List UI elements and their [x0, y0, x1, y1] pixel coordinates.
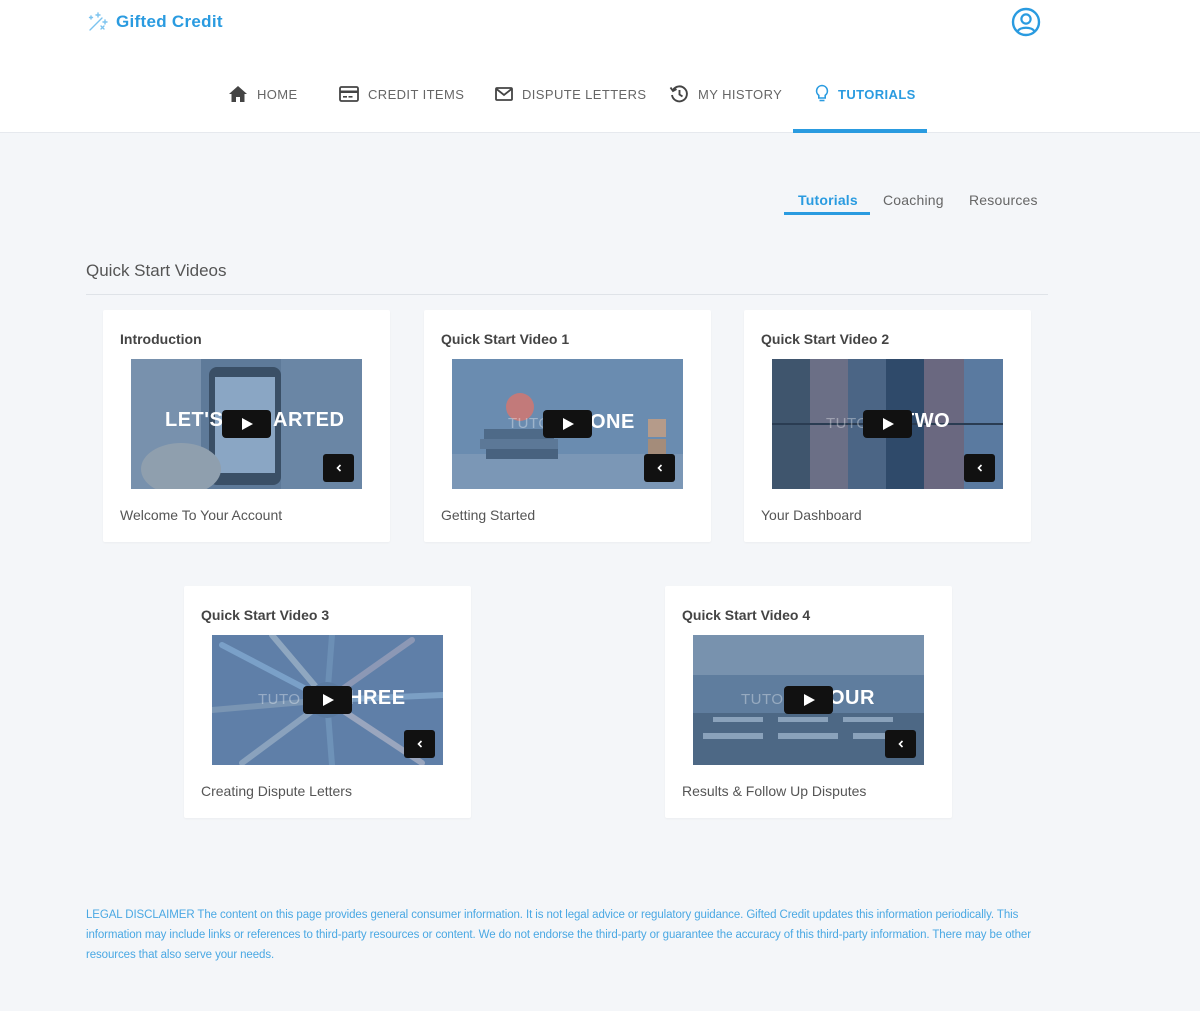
nav-label-credit-items: CREDIT ITEMS: [368, 86, 465, 102]
brand-name: Gifted Credit: [116, 12, 223, 31]
nav-label-tutorials: TUTORIALS: [838, 86, 916, 102]
video-card: Introduction LET'S G ARTED Welcome To Yo…: [103, 310, 390, 542]
tab-coaching[interactable]: Coaching: [883, 192, 944, 208]
credit-card-icon: [339, 86, 359, 102]
chevron-left-icon: [416, 740, 422, 748]
video-card-title: Introduction: [120, 331, 202, 347]
play-icon: [803, 694, 815, 706]
brand-logo[interactable]: Gifted Credit: [86, 10, 223, 34]
nav-active-indicator: [793, 129, 927, 133]
tab-resources[interactable]: Resources: [969, 192, 1038, 208]
play-button[interactable]: [303, 686, 352, 714]
video-card-title: Quick Start Video 2: [761, 331, 890, 347]
previous-button[interactable]: [323, 454, 354, 482]
video-card-title: Quick Start Video 3: [201, 607, 330, 623]
play-icon: [882, 418, 894, 430]
lightbulb-icon: [815, 84, 829, 102]
thumb-caption-right: OUR: [829, 687, 875, 709]
thumb-caption-left: TUTO: [258, 691, 301, 708]
play-icon: [241, 418, 253, 430]
video-thumbnail[interactable]: LET'S G ARTED: [131, 359, 362, 489]
thumb-caption-right: ARTED: [273, 409, 345, 431]
video-card: Quick Start Video 2 TUTO TWO Your Dashbo…: [744, 310, 1031, 542]
nav-item-dispute-letters[interactable]: DISPUTE LETTERS: [495, 82, 646, 106]
play-button[interactable]: [784, 686, 833, 714]
main-nav: HOME CREDIT ITEMS DISPUTE LETTERS MY HIS…: [0, 70, 1200, 133]
top-header: Gifted Credit HOME CREDIT ITEMS DISPUTE …: [0, 0, 1200, 133]
play-icon: [322, 694, 334, 706]
video-thumbnail[interactable]: TUTO TWO: [772, 359, 1003, 489]
nav-item-my-history[interactable]: MY HISTORY: [669, 82, 782, 106]
tab-tutorials[interactable]: Tutorials: [798, 192, 858, 208]
nav-item-credit-items[interactable]: CREDIT ITEMS: [339, 82, 464, 106]
video-card-description: Results & Follow Up Disputes: [682, 783, 867, 799]
thumb-caption-right: ONE: [590, 411, 635, 433]
video-card-description: Your Dashboard: [761, 507, 862, 523]
profile-button[interactable]: [1011, 7, 1041, 37]
chevron-left-icon: [897, 740, 903, 748]
video-card: Quick Start Video 3 TUTO HREE Creating D…: [184, 586, 471, 818]
video-card-title: Quick Start Video 4: [682, 607, 811, 623]
nav-label-my-history: MY HISTORY: [698, 86, 783, 102]
envelope-icon: [495, 87, 513, 101]
thumb-caption-right: HREE: [348, 687, 406, 709]
video-card-description: Getting Started: [441, 507, 536, 523]
video-thumbnail[interactable]: TUTO HREE: [212, 635, 443, 765]
section-title: Quick Start Videos: [86, 261, 227, 280]
history-icon: [669, 85, 688, 103]
video-card-description: Creating Dispute Letters: [201, 783, 352, 799]
previous-button[interactable]: [885, 730, 916, 758]
tab-active-indicator: [784, 212, 870, 215]
video-card-title: Quick Start Video 1: [441, 331, 570, 347]
magic-wand-icon: [88, 12, 108, 31]
chevron-left-icon: [976, 464, 982, 472]
nav-label-home: HOME: [257, 86, 298, 102]
chevron-left-icon: [335, 464, 341, 472]
nav-label-dispute-letters: DISPUTE LETTERS: [522, 86, 647, 102]
video-card-description: Welcome To Your Account: [120, 507, 283, 523]
previous-button[interactable]: [964, 454, 995, 482]
nav-item-tutorials[interactable]: TUTORIALS: [815, 82, 916, 106]
previous-button[interactable]: [644, 454, 675, 482]
chevron-left-icon: [656, 464, 662, 472]
legal-disclaimer: LEGAL DISCLAIMER The content on this pag…: [86, 909, 1031, 961]
video-thumbnail[interactable]: TUTO ONE: [452, 359, 683, 489]
nav-item-home[interactable]: HOME: [228, 82, 298, 106]
play-button[interactable]: [863, 410, 912, 438]
user-circle-icon: [1011, 7, 1041, 37]
home-icon: [229, 86, 247, 102]
section-divider: [86, 294, 1048, 295]
play-button[interactable]: [543, 410, 592, 438]
play-icon: [562, 418, 574, 430]
previous-button[interactable]: [404, 730, 435, 758]
video-card: Quick Start Video 1 TUTO ONE Getting Sta…: [424, 310, 711, 542]
video-thumbnail[interactable]: TUTO OUR: [693, 635, 924, 765]
thumb-caption-left: TUTO: [741, 691, 784, 708]
play-button[interactable]: [222, 410, 271, 438]
video-card: Quick Start Video 4 TUTO OUR Results & F…: [665, 586, 952, 818]
